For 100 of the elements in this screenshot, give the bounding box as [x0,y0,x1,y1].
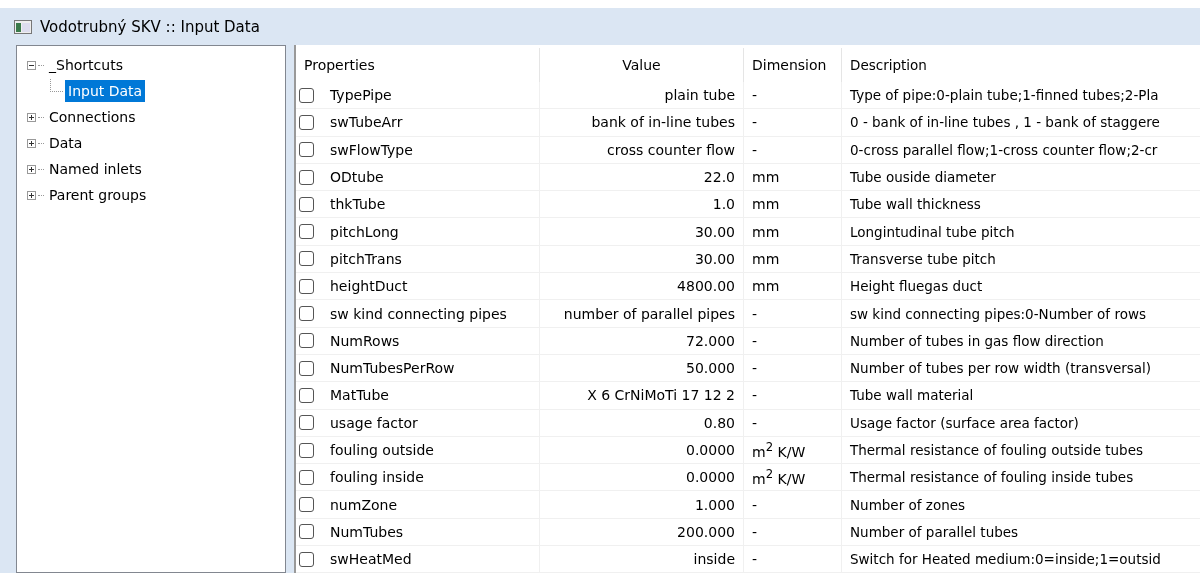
expander-icon[interactable] [27,164,36,174]
tree-item[interactable]: Data [46,132,86,154]
description-cell: Type of pipe:0-plain tube;1-finned tubes;2-Pla [850,87,1159,104]
dimension-cell: mm [752,278,780,295]
checkbox[interactable] [299,387,314,403]
property-name: swHeatMed [330,551,412,568]
dimension-cell: m$^{2}$ K/W [752,467,806,488]
property-name: heightDuct [330,278,408,295]
description-cell: Height fluegas duct [850,278,983,295]
property-name: ODtube [330,169,384,186]
dimension-cell: - [752,305,758,322]
value-cell: plain tube [664,87,735,104]
property-name: NumRows [330,332,400,349]
checkbox[interactable] [299,551,314,567]
checkbox[interactable] [299,87,314,103]
value-cell: bank of in-line tubes [591,114,735,131]
description-cell: Thermal resistance of fouling outside tubes [850,442,1143,458]
expander-icon[interactable] [27,112,36,122]
checkbox[interactable] [299,196,314,212]
dimension-cell: - [752,360,758,377]
property-name: thkTube [330,196,386,213]
description-cell: Tube ouside diameter [850,169,996,186]
dimension-cell: - [752,551,758,568]
property-name: pitchLong [330,223,399,240]
checkbox[interactable] [299,469,314,485]
description-cell: Number of tubes per row width (transversal) [850,360,1152,377]
property-name: usage factor [330,414,418,431]
property-name: TypePipe [330,87,392,104]
value-cell: 30.00 [694,250,735,267]
checkbox[interactable] [299,224,314,240]
description-cell: Tube wall material [850,387,974,404]
description-cell: sw kind connecting pipes:0-Number of rows [850,305,1146,322]
property-name: numZone [330,496,398,513]
description-cell: Number of parallel tubes [850,523,1019,540]
dimension-cell: - [752,114,758,131]
tree-item[interactable]: Connections [46,106,139,128]
description-cell: Usage factor (surface area factor) [850,414,1079,431]
value-cell: 0.80 [703,414,735,431]
tree-item[interactable]: _Shortcuts [46,54,126,76]
value-cell: 22.0 [703,169,735,186]
checkbox[interactable] [299,415,314,431]
dimension-cell: - [752,496,758,513]
value-cell: cross counter flow [607,141,735,158]
expander-icon[interactable] [27,190,36,200]
dimension-cell: mm [752,196,780,213]
description-cell: Longintudinal tube pitch [850,223,1015,240]
property-name: NumTubes [330,523,404,540]
checkbox[interactable] [299,278,314,294]
property-name: NumTubesPerRow [330,360,455,377]
dimension-cell: mm [752,169,780,186]
value-cell: 0.0000 [686,469,735,486]
property-name: swFlowType [330,141,413,158]
tree-item[interactable]: Named inlets [46,158,145,180]
checkbox[interactable] [299,360,314,376]
value-cell: 0.0000 [686,442,735,458]
expander-icon[interactable] [27,60,36,70]
property-name: fouling outside [330,442,434,458]
property-name: fouling inside [330,469,424,486]
checkbox[interactable] [299,497,314,513]
checkbox[interactable] [299,169,314,185]
checkbox[interactable] [299,333,314,349]
checkbox[interactable] [299,442,314,458]
value-cell: 1.000 [694,496,735,513]
property-name: pitchTrans [330,250,402,267]
expander-icon[interactable] [27,138,36,148]
column-header[interactable]: Dimension [744,48,842,82]
checkbox[interactable] [299,142,314,158]
column-header[interactable]: Properties [296,48,540,82]
description-cell: Number of tubes in gas flow direction [850,332,1104,349]
value-cell: 1.0 [712,196,735,213]
description-cell: Thermal resistance of fouling inside tubes [850,469,1134,486]
dimension-cell: - [752,87,758,104]
dimension-cell: - [752,332,758,349]
dimension-cell: - [752,387,758,404]
checkbox[interactable] [299,306,314,321]
description-cell: 0 - bank of in-line tubes , 1 - bank of staggere [850,114,1160,131]
description-cell: Tube wall thickness [850,196,981,213]
value-cell: 72.000 [686,332,735,349]
app-icon [14,19,32,34]
dimension-cell: m$^{2}$ K/W [752,440,806,460]
dimension-cell: - [752,141,758,158]
value-cell: 4800.00 [677,278,735,295]
column-header[interactable]: Value [540,48,744,82]
checkbox[interactable] [299,524,314,540]
description-cell: Number of zones [850,496,966,513]
checkbox[interactable] [299,114,314,130]
value-cell: inside [693,551,735,568]
property-name: swTubeArr [330,114,403,131]
tree-item[interactable]: Parent groups [46,184,150,206]
checkbox[interactable] [299,251,314,267]
description-cell: Transverse tube pitch [850,250,996,267]
tree-item[interactable]: Input Data [65,80,146,102]
property-name: sw kind connecting pipes [330,305,507,322]
dimension-cell: - [752,523,758,540]
value-cell: 200.000 [677,523,735,540]
dimension-cell: mm [752,250,780,267]
property-name: MatTube [330,387,389,404]
value-cell: 50.000 [686,360,735,377]
column-header[interactable]: Description [842,48,1200,82]
description-cell: Switch for Heated medium:0=inside;1=outsid [850,551,1161,568]
